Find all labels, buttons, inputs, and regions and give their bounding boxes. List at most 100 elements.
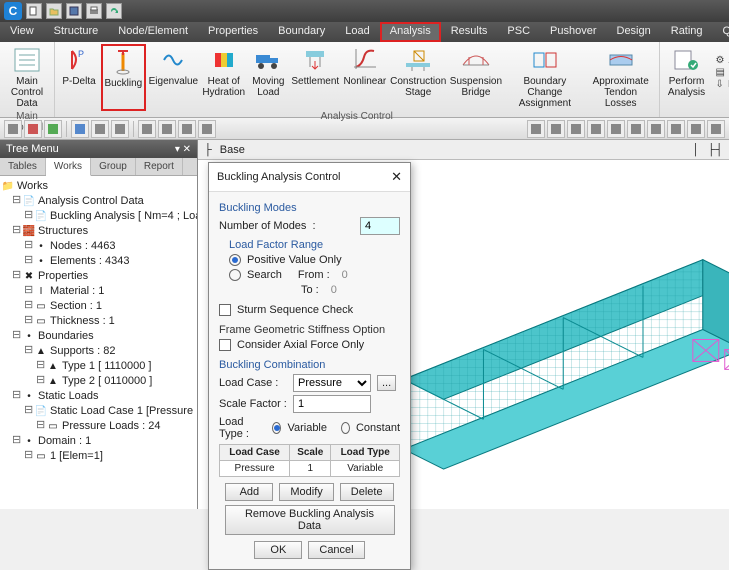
tree-node[interactable]: ⊟•Static Loads (2, 389, 195, 404)
menu-node-element[interactable]: Node/Element (108, 22, 198, 42)
tool-icon[interactable] (44, 120, 62, 138)
boundary-change-button[interactable]: Boundary Change Assignment (505, 44, 585, 111)
approx-tendon-button[interactable]: Approximate Tendon Losses (587, 44, 655, 111)
menu-pushover[interactable]: Pushover (540, 22, 606, 42)
loadcase-select[interactable]: Pressure (293, 374, 371, 392)
tool-icon[interactable] (111, 120, 129, 138)
qat-new-icon[interactable] (26, 3, 42, 19)
tree-node[interactable]: ⊟•Elements : 4343 (2, 254, 195, 269)
tree-node[interactable]: ⊟▭Pressure Loads : 24 (2, 419, 195, 434)
delete-button[interactable]: Delete (340, 483, 394, 501)
batch-analysis-link[interactable]: ▤Batch Analysis (716, 67, 729, 78)
tree-node[interactable]: ⊟📄Static Load Case 1 [Pressure ; ] (2, 404, 195, 419)
tool-icon[interactable] (24, 120, 42, 138)
tree-node[interactable]: ⊟•Boundaries (2, 329, 195, 344)
tree-node[interactable]: ⊟▲Supports : 82 (2, 344, 195, 359)
tree-node[interactable]: ⊟•Domain : 1 (2, 434, 195, 449)
vp-tab-base[interactable]: Base (220, 144, 245, 156)
tree-node[interactable]: ⊟•Nodes : 4463 (2, 239, 195, 254)
menu-rating[interactable]: Rating (661, 22, 713, 42)
tool-icon[interactable] (178, 120, 196, 138)
menu-analysis[interactable]: Analysis (380, 22, 441, 42)
vp-tool-icon[interactable]: ├┤ (707, 144, 723, 156)
main-control-data-button[interactable]: Main Control Data (4, 44, 50, 111)
vp-prev-icon[interactable]: ├ (204, 144, 212, 156)
close-icon[interactable]: ✕ (391, 169, 402, 185)
import-result-link[interactable]: ⇩Import Analysis Result (716, 79, 729, 90)
lt-variable-radio[interactable] (272, 422, 281, 434)
buckling-button[interactable]: Buckling (101, 44, 146, 111)
add-button[interactable]: Add (225, 483, 273, 501)
tool-icon[interactable] (607, 120, 625, 138)
num-modes-input[interactable] (360, 217, 400, 235)
qat-save-icon[interactable] (66, 3, 82, 19)
pdelta-button[interactable]: PP-Delta (59, 44, 99, 111)
menu-query[interactable]: Query (713, 22, 729, 42)
moving-load-button[interactable]: Moving Load (248, 44, 288, 111)
tool-icon[interactable] (587, 120, 605, 138)
tree-node[interactable]: ⊟📄Analysis Control Data (2, 194, 195, 209)
tree-node[interactable]: ⊟IMaterial : 1 (2, 284, 195, 299)
heat-hydration-button[interactable]: Heat of Hydration (201, 44, 246, 111)
tool-icon[interactable] (627, 120, 645, 138)
axial-check[interactable] (219, 339, 231, 351)
loadcase-more-button[interactable]: ... (377, 375, 396, 391)
suspension-bridge-button[interactable]: Suspension Bridge (449, 44, 503, 111)
tool-icon[interactable] (707, 120, 725, 138)
tool-icon[interactable] (667, 120, 685, 138)
tree-body[interactable]: 📁Works ⊟📄Analysis Control Data⊟📄Buckling… (0, 176, 197, 509)
tree-node[interactable]: ⊟▲Type 1 [ 1110000 ] (2, 359, 195, 374)
tool-icon[interactable] (198, 120, 216, 138)
tool-icon[interactable] (647, 120, 665, 138)
tool-icon[interactable] (687, 120, 705, 138)
scale-input[interactable] (293, 395, 371, 413)
tool-icon[interactable] (71, 120, 89, 138)
perform-analysis-button[interactable]: Perform Analysis (664, 44, 710, 100)
nonlinear-button[interactable]: Nonlinear (342, 44, 387, 111)
tool-icon[interactable] (91, 120, 109, 138)
menu-load[interactable]: Load (335, 22, 379, 42)
settlement-button[interactable]: Settlement (290, 44, 340, 111)
tool-icon[interactable] (527, 120, 545, 138)
tree-node[interactable]: ⊟🧱Structures (2, 224, 195, 239)
tool-icon[interactable] (567, 120, 585, 138)
tree-tab-tables[interactable]: Tables (0, 158, 46, 175)
modify-button[interactable]: Modify (279, 483, 333, 501)
tool-icon[interactable] (4, 120, 22, 138)
tree-node[interactable]: ⊟✖Properties (2, 269, 195, 284)
tree-root[interactable]: Works (17, 179, 48, 194)
analysis-options-link[interactable]: ⚙Analysis Options (716, 55, 729, 66)
cancel-button[interactable]: Cancel (308, 541, 364, 559)
tree-node[interactable]: ⊟▭Thickness : 1 (2, 314, 195, 329)
qat-redo-icon[interactable] (106, 3, 122, 19)
construction-stage-button[interactable]: Construction Stage (389, 44, 446, 111)
menu-view[interactable]: View (0, 22, 44, 42)
search-radio[interactable] (229, 269, 241, 281)
menu-results[interactable]: Results (441, 22, 498, 42)
lt-constant-radio[interactable] (341, 422, 350, 434)
table-row[interactable]: Pressure1Variable (220, 461, 400, 477)
menu-psc[interactable]: PSC (497, 22, 540, 42)
sturm-check[interactable] (219, 304, 231, 316)
tool-icon[interactable] (138, 120, 156, 138)
qat-open-icon[interactable] (46, 3, 62, 19)
eigenvalue-button[interactable]: Eigenvalue (148, 44, 199, 111)
positive-only-radio[interactable] (229, 254, 241, 266)
tree-node[interactable]: ⊟▭1 [Elem=1] (2, 449, 195, 464)
remove-data-button[interactable]: Remove Buckling Analysis Data (225, 505, 395, 535)
menu-boundary[interactable]: Boundary (268, 22, 335, 42)
tree-tab-group[interactable]: Group (91, 158, 136, 175)
tree-node[interactable]: ⊟▲Type 2 [ 0110000 ] (2, 374, 195, 389)
menu-structure[interactable]: Structure (44, 22, 109, 42)
qat-print-icon[interactable] (86, 3, 102, 19)
menu-properties[interactable]: Properties (198, 22, 268, 42)
tree-pin-icon[interactable]: ▾ ✕ (175, 144, 191, 155)
menu-design[interactable]: Design (607, 22, 661, 42)
tool-icon[interactable] (158, 120, 176, 138)
ok-button[interactable]: OK (254, 541, 302, 559)
tool-icon[interactable] (547, 120, 565, 138)
tree-node[interactable]: ⊟📄Buckling Analysis [ Nm=4 ; Loadcase Nu… (2, 209, 195, 224)
tree-node[interactable]: ⊟▭Section : 1 (2, 299, 195, 314)
vp-tool-icon[interactable]: │ (693, 144, 700, 156)
tree-tab-report[interactable]: Report (136, 158, 183, 175)
